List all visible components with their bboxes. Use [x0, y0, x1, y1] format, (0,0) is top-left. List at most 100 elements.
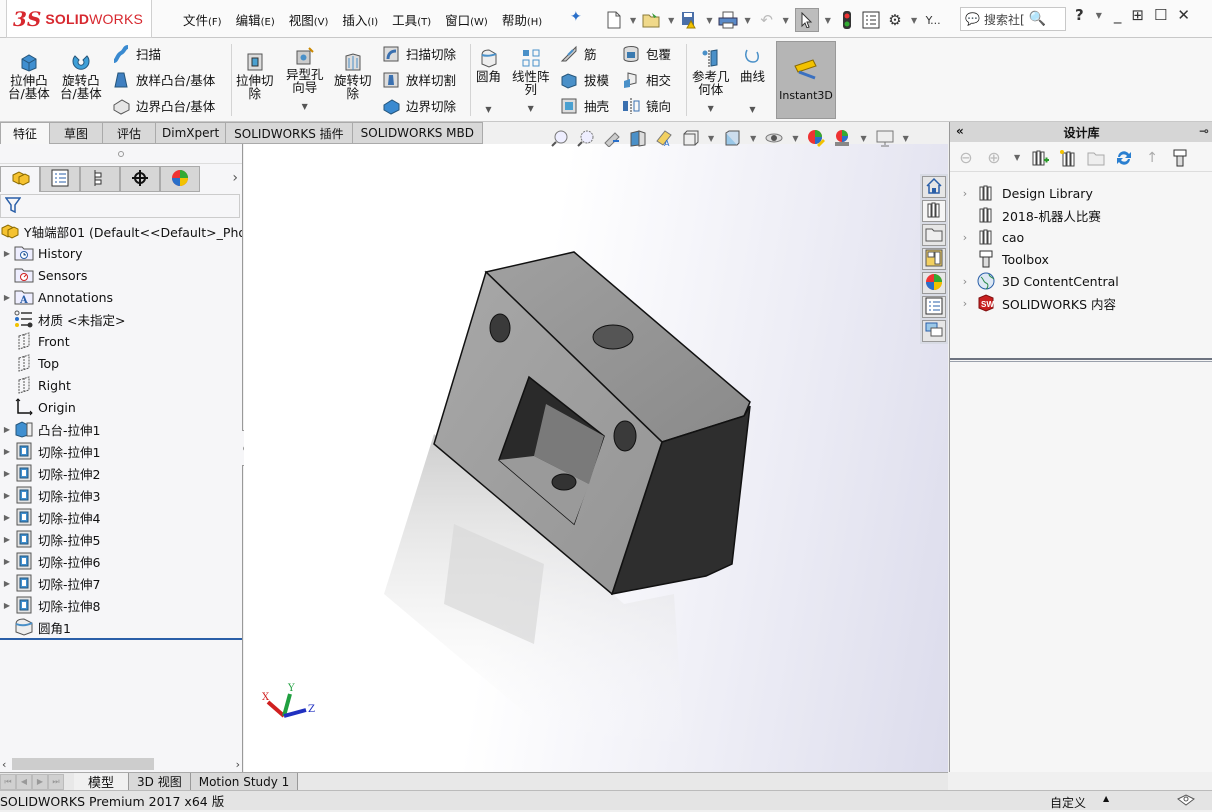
next-tab-icon[interactable]: ▶ — [32, 773, 48, 790]
tree-item[interactable]: Origin — [0, 396, 242, 418]
tree-item[interactable]: ▶ 切除-拉伸2 — [0, 462, 242, 484]
help-button[interactable]: ? — [1075, 6, 1084, 24]
tab-model[interactable]: 模型 — [74, 773, 130, 791]
quick-tips-icon[interactable] — [1176, 793, 1196, 812]
save-icon[interactable] — [680, 8, 700, 32]
minimize-button[interactable]: _ — [1114, 6, 1122, 24]
file-properties-icon[interactable] — [861, 8, 881, 32]
view-orientation-dropdown-icon[interactable]: ▼ — [708, 134, 714, 143]
tree-item[interactable]: ▶ 切除-拉伸1 — [0, 440, 242, 462]
menu-edit[interactable]: 编辑(E) — [229, 10, 282, 29]
tree-item[interactable]: 材质 <未指定> — [0, 308, 242, 330]
close-button[interactable]: ✕ — [1177, 6, 1190, 24]
display-style-icon[interactable] — [722, 128, 742, 148]
expand-arrow-icon[interactable]: ▶ — [0, 535, 14, 544]
last-tab-icon[interactable]: ⏭ — [48, 773, 64, 790]
custom-properties-tab[interactable] — [922, 296, 946, 318]
apply-scene-dropdown-icon[interactable]: ▼ — [860, 134, 866, 143]
solidworks-logo[interactable]: 3S SOLIDWORKS — [6, 0, 152, 38]
tab-dimxpert[interactable]: DimXpert — [156, 122, 227, 144]
property-manager-tab[interactable] — [40, 166, 80, 192]
apply-scene-icon[interactable] — [832, 128, 852, 148]
select-icon[interactable] — [794, 8, 819, 32]
options-dropdown-icon[interactable]: ▼ — [911, 16, 917, 25]
horizontal-scrollbar[interactable]: ‹ › — [0, 756, 242, 772]
tab-3d-views[interactable]: 3D 视图 — [129, 773, 191, 790]
display-manager-tab[interactable] — [160, 166, 200, 192]
add-to-library-icon[interactable] — [1030, 148, 1050, 168]
panel-splitter-handle[interactable] — [0, 144, 242, 164]
revolved-cut-button[interactable]: 旋转切 除 — [334, 52, 372, 100]
draft-button[interactable]: 拔模 — [560, 70, 609, 89]
menu-window[interactable]: 窗口(W) — [438, 10, 495, 29]
extruded-cut-button[interactable]: 拉伸切 除 — [236, 52, 274, 100]
section-view-icon[interactable] — [628, 128, 648, 148]
refresh-icon[interactable] — [1114, 148, 1134, 168]
revolved-boss-button[interactable]: 旋转凸 台/基体 — [60, 52, 102, 100]
library-item[interactable]: › SW SOLIDWORKS 内容 — [950, 292, 1212, 314]
view-palette-tab[interactable] — [922, 248, 946, 270]
view-settings-dropdown-icon[interactable]: ▼ — [903, 134, 909, 143]
instant3d-button[interactable]: Instant3D — [776, 41, 836, 119]
new-document-icon[interactable] — [604, 8, 624, 32]
boundary-boss-button[interactable]: 边界凸台/基体 — [112, 96, 215, 115]
boundary-cut-button[interactable]: 边界切除 — [382, 96, 456, 115]
undo-icon[interactable]: ↶ — [757, 8, 777, 32]
forum-tab[interactable] — [922, 320, 946, 342]
intersect-button[interactable]: 相交 — [622, 70, 671, 89]
pin-panel-icon[interactable]: ⊸ — [1199, 124, 1209, 138]
expand-arrow-icon[interactable]: ▶ — [0, 447, 14, 456]
mirror-button[interactable]: 镜向 — [622, 96, 671, 115]
expand-arrow-icon[interactable]: ▶ — [0, 425, 14, 434]
restore-button[interactable]: ⊞ — [1131, 6, 1144, 24]
zoom-to-fit-icon[interactable] — [550, 128, 570, 148]
pin-menu-icon[interactable]: ✦ — [570, 9, 582, 25]
previous-tab-icon[interactable]: ◀ — [16, 773, 32, 790]
reference-geometry-button[interactable]: 参考几 何体 ▼ — [692, 48, 730, 115]
view-orientation-icon[interactable] — [680, 128, 700, 148]
tab-solidworks-addins[interactable]: SOLIDWORKS 插件 — [226, 122, 353, 144]
expand-chevron-icon[interactable]: › — [954, 297, 976, 310]
shell-button[interactable]: 抽壳 — [560, 96, 609, 115]
zoom-to-area-icon[interactable] — [576, 128, 596, 148]
library-item[interactable]: › cao — [950, 226, 1212, 248]
dynamic-annotation-icon[interactable]: A — [654, 128, 674, 148]
expand-chevron-icon[interactable]: › — [954, 231, 976, 244]
menu-tools[interactable]: 工具(T) — [385, 10, 438, 29]
library-item[interactable]: › 3D ContentCentral — [950, 270, 1212, 292]
solidworks-resources-tab[interactable] — [922, 176, 946, 198]
search-community-input[interactable]: 💬 搜索社[ 🔍 — [960, 7, 1066, 31]
linear-pattern-button[interactable]: 线性阵 列 ▼ — [512, 48, 550, 115]
display-style-dropdown-icon[interactable]: ▼ — [750, 134, 756, 143]
tree-item[interactable]: ▶ 切除-拉伸7 — [0, 572, 242, 594]
sweep-boss-button[interactable]: 扫描 — [112, 44, 161, 63]
hide-show-items-icon[interactable] — [764, 128, 784, 148]
ref-geometry-dropdown-icon[interactable]: ▼ — [708, 102, 714, 115]
file-explorer-tab[interactable] — [922, 224, 946, 246]
tab-solidworks-mbd[interactable]: SOLIDWORKS MBD — [352, 122, 483, 144]
expand-arrow-icon[interactable]: ▶ — [0, 557, 14, 566]
rebuild-icon[interactable] — [837, 8, 857, 32]
loft-boss-button[interactable]: 放样凸台/基体 — [112, 70, 215, 89]
tree-root-part[interactable]: Y轴端部01 (Default<<Default>_Photo\ — [0, 220, 242, 242]
pattern-dropdown-icon[interactable]: ▼ — [528, 102, 534, 115]
tree-item[interactable]: ▶ 凸台-拉伸1 — [0, 418, 242, 440]
library-item[interactable]: › Design Library — [950, 182, 1212, 204]
expand-arrow-icon[interactable]: ▶ — [0, 601, 14, 610]
tree-item[interactable]: ▶ History — [0, 242, 242, 264]
manager-tabs-more-icon[interactable]: › — [232, 170, 238, 186]
wrap-button[interactable]: 包覆 — [622, 44, 671, 63]
toolbar-overflow[interactable]: Y... — [923, 8, 943, 32]
tree-item[interactable]: ▶ 切除-拉伸5 — [0, 528, 242, 550]
tree-item[interactable]: 圆角1 — [0, 616, 242, 638]
tree-item[interactable]: Sensors — [0, 264, 242, 286]
up-one-level-icon[interactable]: ↑ — [1142, 148, 1162, 168]
expand-arrow-icon[interactable]: ▶ — [0, 513, 14, 522]
fillet-button[interactable]: 圆角 ▼ — [476, 48, 501, 116]
forward-icon[interactable]: ⊕ — [984, 148, 1004, 168]
hole-wizard-dropdown-icon[interactable]: ▼ — [302, 100, 308, 113]
extruded-boss-button[interactable]: 拉伸凸 台/基体 — [8, 52, 50, 100]
design-library-tab[interactable] — [922, 200, 946, 222]
scrollbar-thumb[interactable] — [12, 758, 154, 770]
hide-show-dropdown-icon[interactable]: ▼ — [792, 134, 798, 143]
